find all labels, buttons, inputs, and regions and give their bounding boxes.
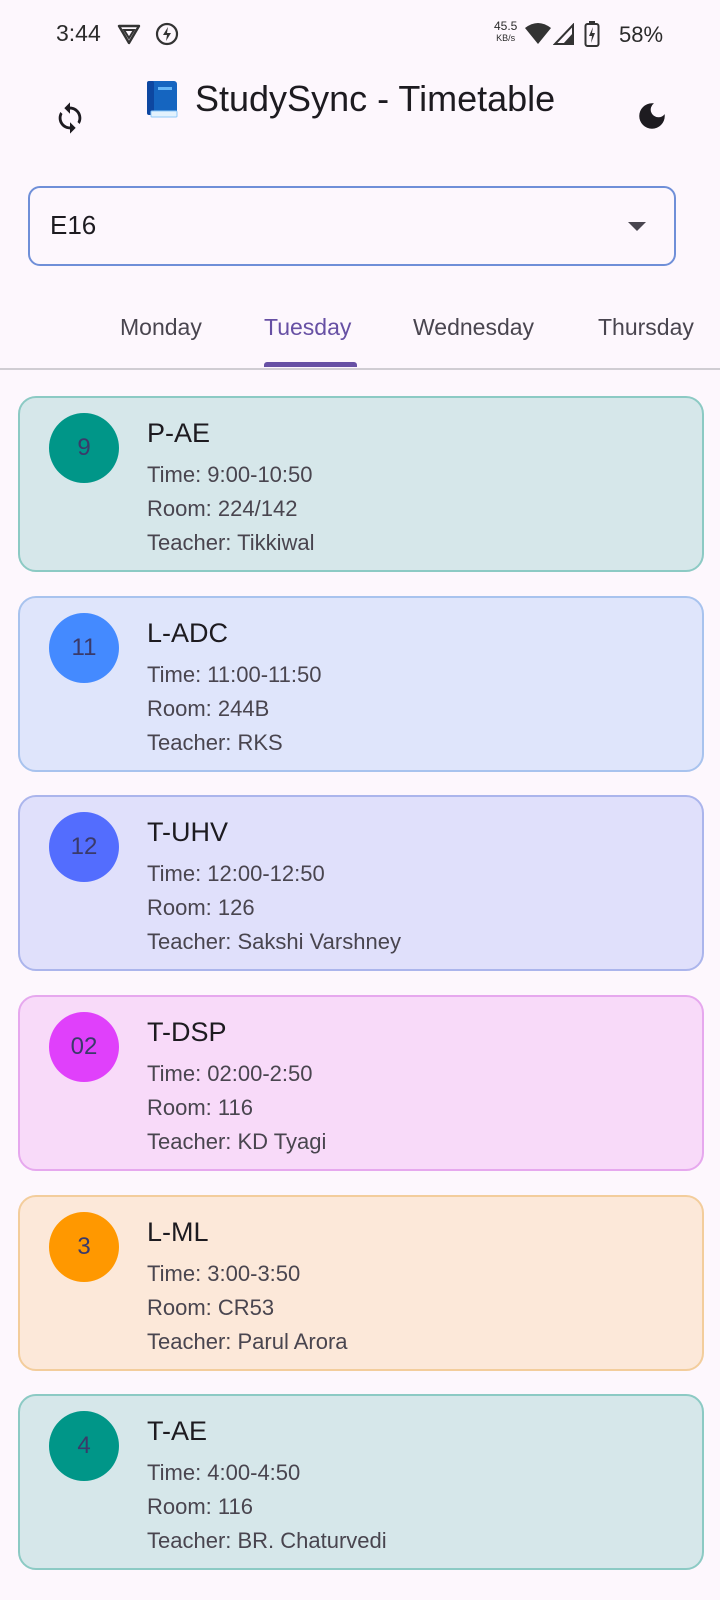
class-teacher: Teacher: KD Tyagi bbox=[147, 1129, 327, 1154]
class-time: Time: 3:00-3:50 bbox=[147, 1261, 301, 1286]
class-time: Time: 9:00-10:50 bbox=[147, 462, 313, 487]
section-select[interactable]: E16 bbox=[28, 186, 676, 266]
class-subject: L-ADC bbox=[147, 618, 229, 648]
class-subject: T-AE bbox=[147, 1416, 208, 1446]
class-subject: T-UHV bbox=[147, 817, 228, 847]
class-room: Room: 116 bbox=[147, 1494, 253, 1519]
dropdown-arrow-icon bbox=[628, 222, 646, 231]
status-time: 3:44 bbox=[56, 20, 101, 46]
section-select-value: E16 bbox=[50, 210, 97, 240]
class-room: Room: CR53 bbox=[147, 1295, 275, 1320]
refresh-button[interactable] bbox=[46, 96, 94, 144]
refresh-icon bbox=[53, 101, 87, 140]
vpn-shield-icon bbox=[117, 22, 141, 51]
class-time: Time: 4:00-4:50 bbox=[147, 1460, 301, 1485]
app-title-text: StudySync - Timetable bbox=[195, 78, 556, 119]
dark-mode-toggle-button[interactable] bbox=[628, 94, 676, 142]
class-badge: 3 bbox=[49, 1212, 119, 1282]
class-teacher: Teacher: BR. Chaturvedi bbox=[147, 1528, 387, 1553]
tab-thursday[interactable]: Thursday bbox=[598, 314, 694, 341]
battery-percent: 58% bbox=[619, 22, 664, 47]
class-card[interactable]: 3 L-ML Time: 3:00-3:50 Room: CR53 Teache… bbox=[18, 1195, 704, 1371]
class-card[interactable]: 4 T-AE Time: 4:00-4:50 Room: 116 Teacher… bbox=[18, 1394, 704, 1570]
signal-icon bbox=[552, 22, 575, 50]
class-badge: 12 bbox=[49, 812, 119, 882]
network-speed: 45.5 KB/s bbox=[494, 20, 517, 44]
book-icon bbox=[143, 79, 181, 119]
class-teacher: Teacher: RKS bbox=[147, 730, 283, 755]
class-subject: P-AE bbox=[147, 418, 211, 448]
class-badge: 11 bbox=[49, 613, 119, 683]
class-room: Room: 116 bbox=[147, 1095, 253, 1120]
class-card[interactable]: 12 T-UHV Time: 12:00-12:50 Room: 126 Tea… bbox=[18, 795, 704, 971]
page-title: StudySync - Timetable bbox=[143, 78, 555, 120]
network-speed-unit: KB/s bbox=[496, 33, 516, 43]
class-subject: T-DSP bbox=[147, 1017, 227, 1047]
flash-icon bbox=[155, 22, 179, 51]
wifi-icon bbox=[524, 22, 552, 51]
class-card[interactable]: 9 P-AE Time: 9:00-10:50 Room: 224/142 Te… bbox=[18, 396, 704, 572]
class-time: Time: 12:00-12:50 bbox=[147, 861, 325, 886]
class-badge: 4 bbox=[49, 1411, 119, 1481]
tab-tuesday[interactable]: Tuesday bbox=[264, 314, 351, 341]
tab-monday[interactable]: Monday bbox=[120, 314, 202, 341]
class-time: Time: 02:00-2:50 bbox=[147, 1061, 313, 1086]
tab-wednesday[interactable]: Wednesday bbox=[413, 314, 534, 341]
class-room: Room: 244B bbox=[147, 696, 270, 721]
class-room: Room: 224/142 bbox=[147, 496, 298, 521]
active-tab-indicator bbox=[264, 362, 357, 367]
class-card[interactable]: 11 L-ADC Time: 11:00-11:50 Room: 244B Te… bbox=[18, 596, 704, 772]
class-time: Time: 11:00-11:50 bbox=[147, 662, 322, 687]
day-tabs: Monday Tuesday Wednesday Thursday bbox=[0, 296, 720, 370]
class-card[interactable]: 02 T-DSP Time: 02:00-2:50 Room: 116 Teac… bbox=[18, 995, 704, 1171]
app-bar: StudySync - Timetable bbox=[0, 68, 720, 178]
class-teacher: Teacher: Parul Arora bbox=[147, 1329, 348, 1354]
class-badge: 9 bbox=[49, 413, 119, 483]
class-teacher: Teacher: Sakshi Varshney bbox=[147, 929, 401, 954]
dark-mode-icon bbox=[635, 99, 669, 138]
class-room: Room: 126 bbox=[147, 895, 255, 920]
class-subject: L-ML bbox=[147, 1217, 209, 1247]
class-badge: 02 bbox=[49, 1012, 119, 1082]
battery-icon bbox=[584, 20, 600, 53]
class-teacher: Teacher: Tikkiwal bbox=[147, 530, 315, 555]
network-speed-value: 45.5 bbox=[494, 19, 518, 33]
status-bar: 3:44 45.5 KB/s 58% bbox=[0, 0, 720, 68]
